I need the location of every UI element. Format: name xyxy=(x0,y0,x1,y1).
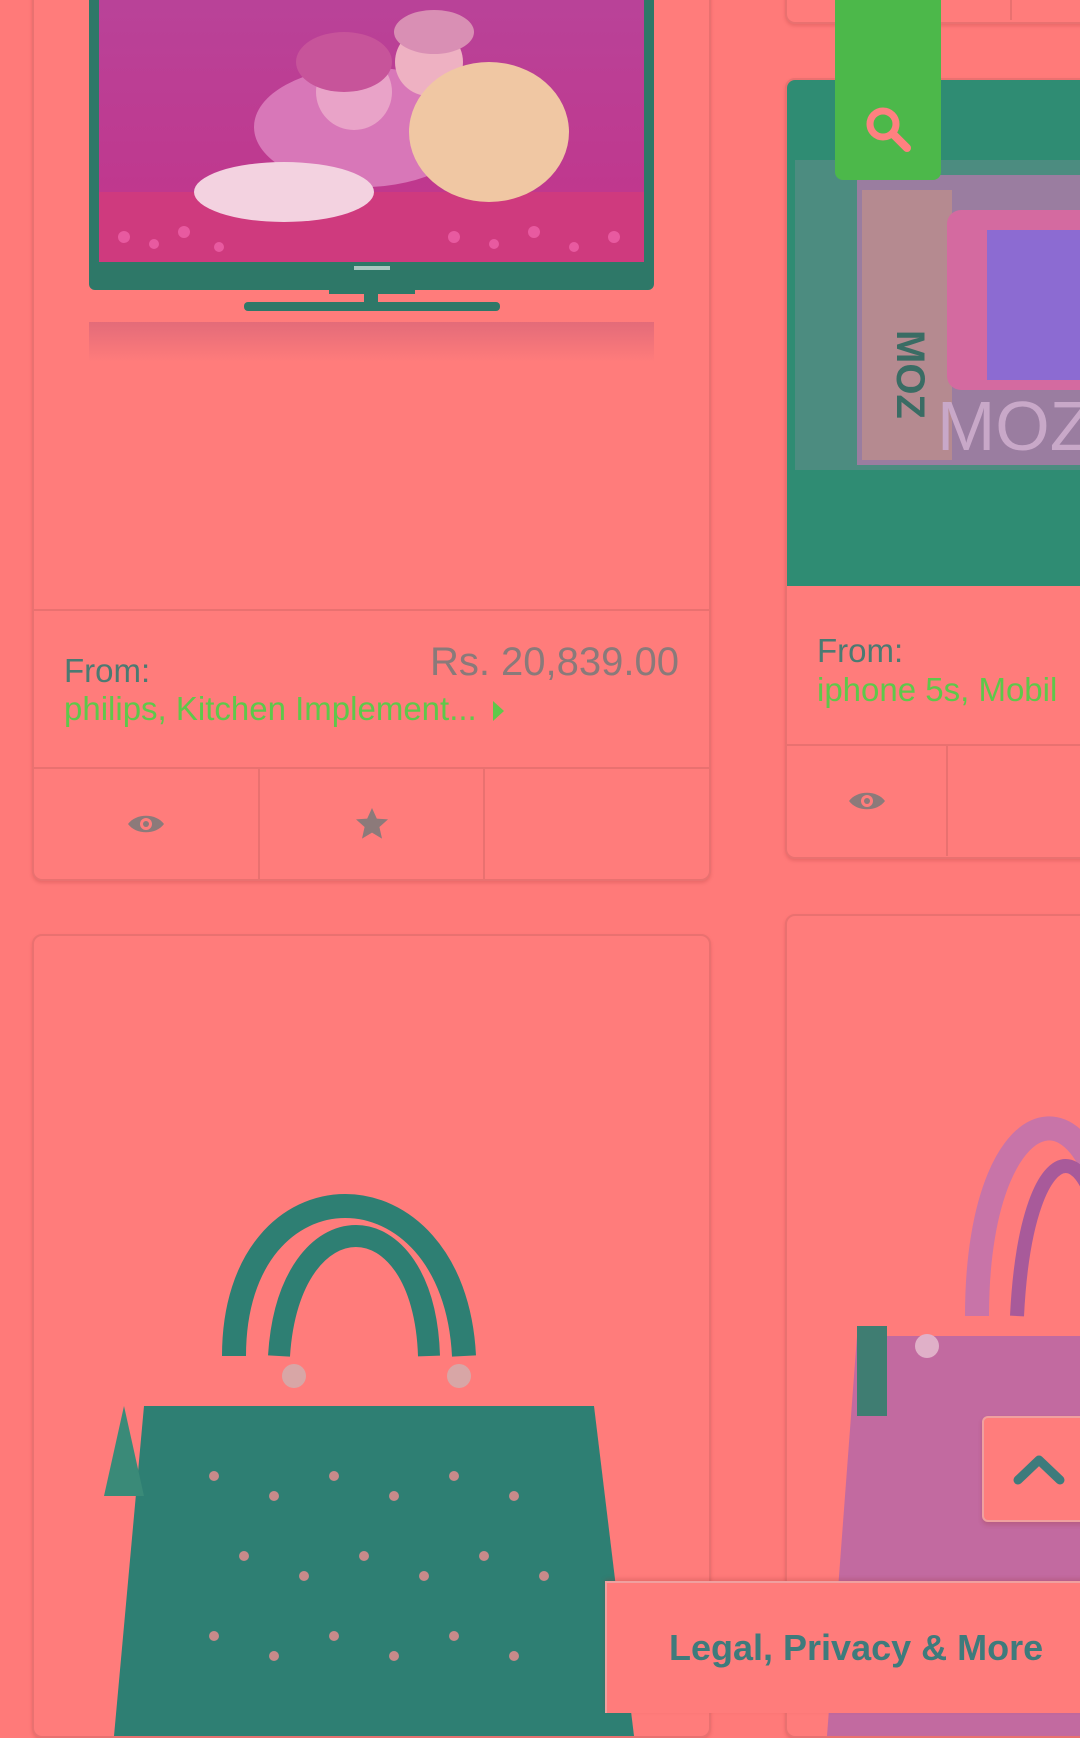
wishlist-button[interactable] xyxy=(260,769,486,879)
product-tags[interactable]: iphone 5s, Mobil xyxy=(817,671,1057,709)
quick-view-button[interactable] xyxy=(787,746,948,856)
chevron-up-icon xyxy=(1013,1455,1065,1485)
product-card[interactable]: MOZ MOZ From: iphone 5s, Mobil xyxy=(785,78,1080,859)
product-actions xyxy=(34,769,709,879)
product-tags[interactable]: philips, Kitchen Implement... xyxy=(64,690,504,728)
empty-action xyxy=(485,769,709,879)
search-icon xyxy=(866,107,911,152)
empty-action xyxy=(948,746,1080,856)
footer-bar[interactable]: Legal, Privacy & More xyxy=(605,1581,1080,1713)
eye-icon xyxy=(127,815,164,833)
eye-icon xyxy=(848,792,885,810)
product-card[interactable]: From: Rs. 20,839.00 philips, Kitchen Imp… xyxy=(32,0,711,881)
caret-right-icon xyxy=(492,701,504,722)
product-actions xyxy=(787,746,1080,856)
star-icon xyxy=(355,808,388,839)
divider xyxy=(1010,0,1012,20)
quick-view-button[interactable] xyxy=(34,769,260,879)
from-label: From: xyxy=(817,632,904,669)
svg-text:MOZ: MOZ xyxy=(888,330,932,419)
scroll-to-top-button[interactable] xyxy=(982,1416,1080,1522)
from-label: From: xyxy=(64,652,151,689)
search-button[interactable] xyxy=(835,0,941,180)
product-tags-text: philips, Kitchen Implement... xyxy=(64,690,477,727)
tv-image xyxy=(89,0,654,362)
product-price: Rs. 20,839.00 xyxy=(429,640,679,684)
product-image[interactable] xyxy=(34,0,709,611)
footer-link[interactable]: Legal, Privacy & More xyxy=(669,1627,1043,1669)
svg-text:MOZ: MOZ xyxy=(937,387,1080,465)
product-tags-text: iphone 5s, Mobil xyxy=(817,671,1058,708)
